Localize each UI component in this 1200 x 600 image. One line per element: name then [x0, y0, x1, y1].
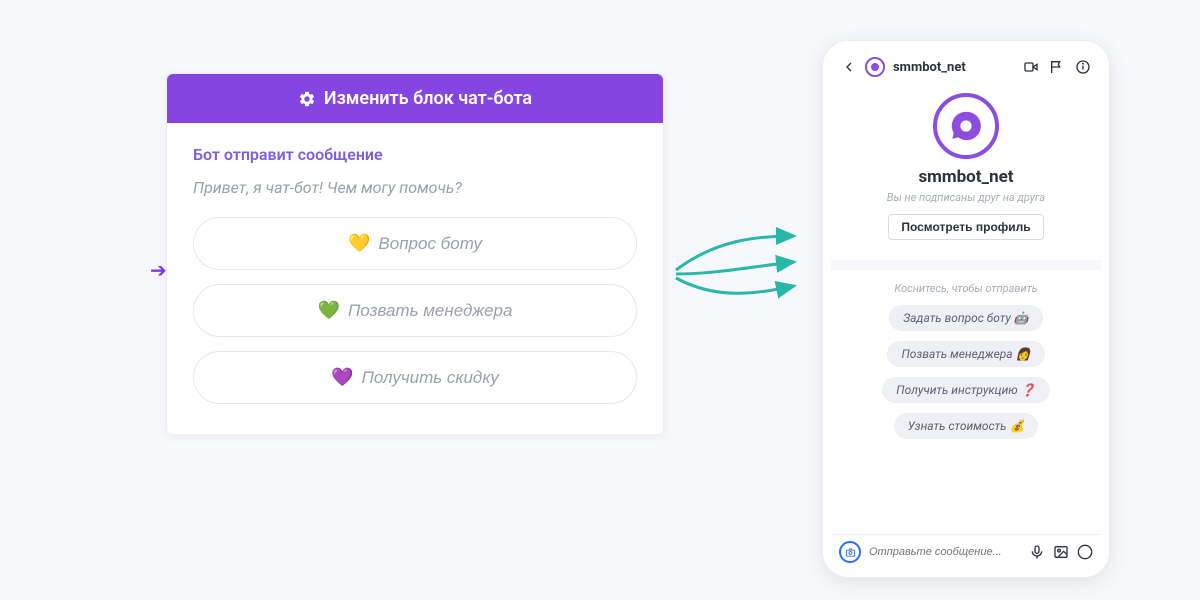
chat-top-bar: smmbot_net	[831, 49, 1101, 83]
quick-reply-area: Коснитесь, чтобы отправить Задать вопрос…	[831, 270, 1101, 534]
reply-hint: Коснитесь, чтобы отправить	[849, 282, 1083, 295]
phone-screen: smmbot_net smmbot_net Вы не подписаны др…	[831, 49, 1101, 569]
editor-body: Бот отправит сообщение Привет, я чат-бот…	[167, 123, 663, 434]
flow-arrow-in-icon: ➔	[150, 258, 167, 282]
heart-icon: 💚	[318, 300, 340, 321]
chatbot-block-editor: Изменить блок чат-бота Бот отправит сооб…	[166, 73, 664, 435]
avatar-small-icon[interactable]	[865, 57, 885, 77]
option-label: Получить скидку	[362, 368, 499, 388]
option-label: Позвать менеджера	[348, 301, 512, 321]
info-icon[interactable]	[1075, 59, 1091, 75]
profile-name: smmbot_net	[831, 167, 1101, 187]
message-composer	[831, 534, 1101, 569]
option-button[interactable]: 💚 Позвать менеджера	[193, 284, 637, 337]
option-button[interactable]: 💛 Вопрос боту	[193, 217, 637, 270]
gear-icon	[298, 90, 316, 108]
video-icon[interactable]	[1023, 59, 1039, 75]
message-input[interactable]	[867, 542, 1023, 562]
quick-reply-chip[interactable]: Задать вопрос боту 🤖	[889, 305, 1043, 331]
view-profile-button[interactable]: Посмотреть профиль	[888, 214, 1043, 240]
option-button[interactable]: 💜 Получить скидку	[193, 351, 637, 404]
back-icon[interactable]	[841, 59, 857, 75]
quick-reply-chip[interactable]: Узнать стоимость 💰	[894, 413, 1039, 439]
avatar-large-icon	[933, 93, 999, 159]
phone-preview: smmbot_net smmbot_net Вы не подписаны др…	[822, 40, 1110, 578]
editor-section-label: Бот отправит сообщение	[193, 145, 637, 164]
chat-profile-block: smmbot_net Вы не подписаны друг на друга…	[831, 83, 1101, 254]
option-label: Вопрос боту	[378, 234, 482, 254]
mic-icon[interactable]	[1029, 544, 1045, 560]
heart-icon: 💜	[331, 367, 353, 388]
camera-button[interactable]	[839, 541, 861, 563]
quick-reply-chip[interactable]: Позвать менеджера 👩	[887, 341, 1044, 367]
flag-icon[interactable]	[1049, 59, 1065, 75]
heart-icon: 💛	[348, 233, 370, 254]
quick-reply-chip[interactable]: Получить инструкцию ❓	[882, 377, 1049, 403]
divider	[831, 260, 1101, 270]
editor-header-label: Изменить блок чат-бота	[324, 88, 532, 109]
bot-message-text[interactable]: Привет, я чат-бот! Чем могу помочь?	[193, 178, 637, 197]
editor-header[interactable]: Изменить блок чат-бота	[167, 74, 663, 123]
profile-subtitle: Вы не подписаны друг на друга	[831, 191, 1101, 204]
add-icon[interactable]	[1077, 544, 1093, 560]
flow-arrows-out-icon	[676, 232, 806, 322]
image-icon[interactable]	[1053, 544, 1069, 560]
chat-title[interactable]: smmbot_net	[893, 60, 966, 75]
